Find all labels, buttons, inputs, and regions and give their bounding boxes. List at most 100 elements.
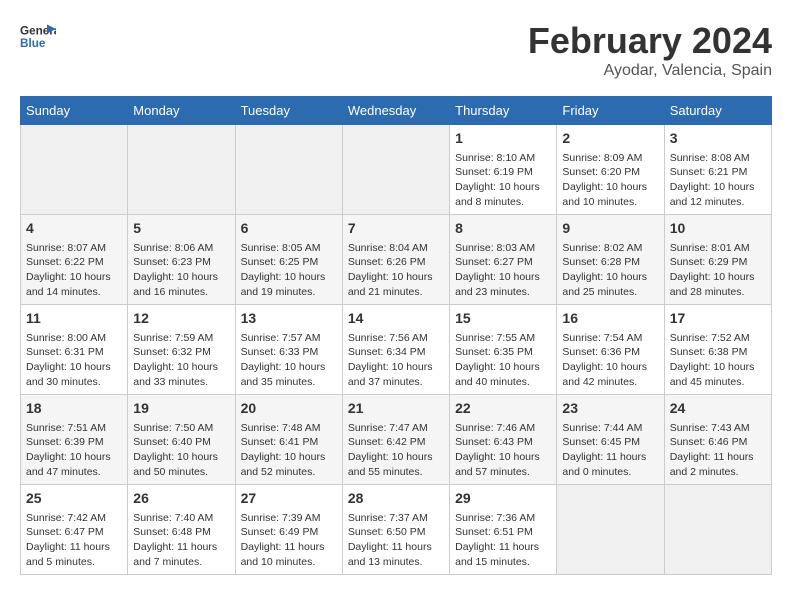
calendar-cell: 11Sunrise: 8:00 AM Sunset: 6:31 PM Dayli… — [21, 305, 128, 395]
day-number: 4 — [26, 219, 122, 239]
day-info: Sunrise: 7:43 AM Sunset: 6:46 PM Dayligh… — [670, 421, 766, 480]
calendar-cell: 16Sunrise: 7:54 AM Sunset: 6:36 PM Dayli… — [557, 305, 664, 395]
page-subtitle: Ayodar, Valencia, Spain — [528, 62, 772, 80]
calendar-cell: 12Sunrise: 7:59 AM Sunset: 6:32 PM Dayli… — [128, 305, 235, 395]
calendar-cell: 26Sunrise: 7:40 AM Sunset: 6:48 PM Dayli… — [128, 485, 235, 575]
day-number: 8 — [455, 219, 551, 239]
logo: General Blue — [20, 20, 56, 56]
header-cell-sunday: Sunday — [21, 97, 128, 125]
day-number: 18 — [26, 399, 122, 419]
calendar-week-1: 1Sunrise: 8:10 AM Sunset: 6:19 PM Daylig… — [21, 125, 772, 215]
day-info: Sunrise: 7:47 AM Sunset: 6:42 PM Dayligh… — [348, 421, 444, 480]
header-cell-wednesday: Wednesday — [342, 97, 449, 125]
calendar-cell: 29Sunrise: 7:36 AM Sunset: 6:51 PM Dayli… — [450, 485, 557, 575]
day-info: Sunrise: 7:59 AM Sunset: 6:32 PM Dayligh… — [133, 331, 229, 390]
title-area: February 2024 Ayodar, Valencia, Spain — [528, 20, 772, 80]
calendar-cell: 20Sunrise: 7:48 AM Sunset: 6:41 PM Dayli… — [235, 395, 342, 485]
calendar-cell: 22Sunrise: 7:46 AM Sunset: 6:43 PM Dayli… — [450, 395, 557, 485]
calendar-header-row: SundayMondayTuesdayWednesdayThursdayFrid… — [21, 97, 772, 125]
day-info: Sunrise: 7:40 AM Sunset: 6:48 PM Dayligh… — [133, 511, 229, 570]
calendar-cell: 9Sunrise: 8:02 AM Sunset: 6:28 PM Daylig… — [557, 215, 664, 305]
day-info: Sunrise: 8:08 AM Sunset: 6:21 PM Dayligh… — [670, 151, 766, 210]
header-cell-monday: Monday — [128, 97, 235, 125]
day-info: Sunrise: 7:37 AM Sunset: 6:50 PM Dayligh… — [348, 511, 444, 570]
day-number: 14 — [348, 309, 444, 329]
calendar-cell: 13Sunrise: 7:57 AM Sunset: 6:33 PM Dayli… — [235, 305, 342, 395]
calendar-cell: 21Sunrise: 7:47 AM Sunset: 6:42 PM Dayli… — [342, 395, 449, 485]
calendar-week-5: 25Sunrise: 7:42 AM Sunset: 6:47 PM Dayli… — [21, 485, 772, 575]
calendar-cell — [21, 125, 128, 215]
calendar-cell — [557, 485, 664, 575]
day-info: Sunrise: 7:54 AM Sunset: 6:36 PM Dayligh… — [562, 331, 658, 390]
calendar-cell — [664, 485, 771, 575]
calendar-cell: 10Sunrise: 8:01 AM Sunset: 6:29 PM Dayli… — [664, 215, 771, 305]
calendar-cell: 8Sunrise: 8:03 AM Sunset: 6:27 PM Daylig… — [450, 215, 557, 305]
calendar-cell — [128, 125, 235, 215]
header-cell-saturday: Saturday — [664, 97, 771, 125]
day-info: Sunrise: 7:52 AM Sunset: 6:38 PM Dayligh… — [670, 331, 766, 390]
logo-icon: General Blue — [20, 20, 56, 56]
day-info: Sunrise: 7:39 AM Sunset: 6:49 PM Dayligh… — [241, 511, 337, 570]
day-number: 13 — [241, 309, 337, 329]
calendar-cell — [235, 125, 342, 215]
day-number: 5 — [133, 219, 229, 239]
day-number: 3 — [670, 129, 766, 149]
calendar-body: 1Sunrise: 8:10 AM Sunset: 6:19 PM Daylig… — [21, 125, 772, 575]
day-info: Sunrise: 7:56 AM Sunset: 6:34 PM Dayligh… — [348, 331, 444, 390]
svg-text:Blue: Blue — [20, 37, 46, 50]
calendar-cell: 5Sunrise: 8:06 AM Sunset: 6:23 PM Daylig… — [128, 215, 235, 305]
calendar-cell: 27Sunrise: 7:39 AM Sunset: 6:49 PM Dayli… — [235, 485, 342, 575]
day-info: Sunrise: 8:02 AM Sunset: 6:28 PM Dayligh… — [562, 241, 658, 300]
day-number: 29 — [455, 489, 551, 509]
day-info: Sunrise: 8:06 AM Sunset: 6:23 PM Dayligh… — [133, 241, 229, 300]
day-number: 15 — [455, 309, 551, 329]
day-info: Sunrise: 7:36 AM Sunset: 6:51 PM Dayligh… — [455, 511, 551, 570]
header-cell-friday: Friday — [557, 97, 664, 125]
calendar-week-2: 4Sunrise: 8:07 AM Sunset: 6:22 PM Daylig… — [21, 215, 772, 305]
day-info: Sunrise: 8:03 AM Sunset: 6:27 PM Dayligh… — [455, 241, 551, 300]
calendar-cell: 2Sunrise: 8:09 AM Sunset: 6:20 PM Daylig… — [557, 125, 664, 215]
calendar-cell: 3Sunrise: 8:08 AM Sunset: 6:21 PM Daylig… — [664, 125, 771, 215]
calendar-cell: 19Sunrise: 7:50 AM Sunset: 6:40 PM Dayli… — [128, 395, 235, 485]
day-info: Sunrise: 7:55 AM Sunset: 6:35 PM Dayligh… — [455, 331, 551, 390]
calendar-cell: 18Sunrise: 7:51 AM Sunset: 6:39 PM Dayli… — [21, 395, 128, 485]
calendar-cell: 4Sunrise: 8:07 AM Sunset: 6:22 PM Daylig… — [21, 215, 128, 305]
day-info: Sunrise: 7:50 AM Sunset: 6:40 PM Dayligh… — [133, 421, 229, 480]
day-number: 9 — [562, 219, 658, 239]
day-number: 24 — [670, 399, 766, 419]
day-number: 17 — [670, 309, 766, 329]
day-info: Sunrise: 8:10 AM Sunset: 6:19 PM Dayligh… — [455, 151, 551, 210]
day-number: 23 — [562, 399, 658, 419]
calendar-cell — [342, 125, 449, 215]
page-title: February 2024 — [528, 20, 772, 62]
day-info: Sunrise: 8:07 AM Sunset: 6:22 PM Dayligh… — [26, 241, 122, 300]
calendar-week-4: 18Sunrise: 7:51 AM Sunset: 6:39 PM Dayli… — [21, 395, 772, 485]
calendar-cell: 17Sunrise: 7:52 AM Sunset: 6:38 PM Dayli… — [664, 305, 771, 395]
calendar-cell: 15Sunrise: 7:55 AM Sunset: 6:35 PM Dayli… — [450, 305, 557, 395]
day-info: Sunrise: 8:05 AM Sunset: 6:25 PM Dayligh… — [241, 241, 337, 300]
header-cell-thursday: Thursday — [450, 97, 557, 125]
day-number: 2 — [562, 129, 658, 149]
day-info: Sunrise: 8:04 AM Sunset: 6:26 PM Dayligh… — [348, 241, 444, 300]
day-number: 12 — [133, 309, 229, 329]
header: General Blue February 2024 Ayodar, Valen… — [20, 20, 772, 80]
header-cell-tuesday: Tuesday — [235, 97, 342, 125]
day-number: 1 — [455, 129, 551, 149]
day-number: 19 — [133, 399, 229, 419]
calendar-cell: 14Sunrise: 7:56 AM Sunset: 6:34 PM Dayli… — [342, 305, 449, 395]
day-info: Sunrise: 7:44 AM Sunset: 6:45 PM Dayligh… — [562, 421, 658, 480]
day-number: 28 — [348, 489, 444, 509]
calendar-cell: 1Sunrise: 8:10 AM Sunset: 6:19 PM Daylig… — [450, 125, 557, 215]
day-number: 7 — [348, 219, 444, 239]
day-info: Sunrise: 7:51 AM Sunset: 6:39 PM Dayligh… — [26, 421, 122, 480]
day-info: Sunrise: 7:46 AM Sunset: 6:43 PM Dayligh… — [455, 421, 551, 480]
day-number: 22 — [455, 399, 551, 419]
day-info: Sunrise: 7:57 AM Sunset: 6:33 PM Dayligh… — [241, 331, 337, 390]
day-info: Sunrise: 7:48 AM Sunset: 6:41 PM Dayligh… — [241, 421, 337, 480]
day-info: Sunrise: 7:42 AM Sunset: 6:47 PM Dayligh… — [26, 511, 122, 570]
calendar-cell: 24Sunrise: 7:43 AM Sunset: 6:46 PM Dayli… — [664, 395, 771, 485]
day-number: 21 — [348, 399, 444, 419]
calendar-cell: 23Sunrise: 7:44 AM Sunset: 6:45 PM Dayli… — [557, 395, 664, 485]
calendar-table: SundayMondayTuesdayWednesdayThursdayFrid… — [20, 96, 772, 575]
day-number: 11 — [26, 309, 122, 329]
